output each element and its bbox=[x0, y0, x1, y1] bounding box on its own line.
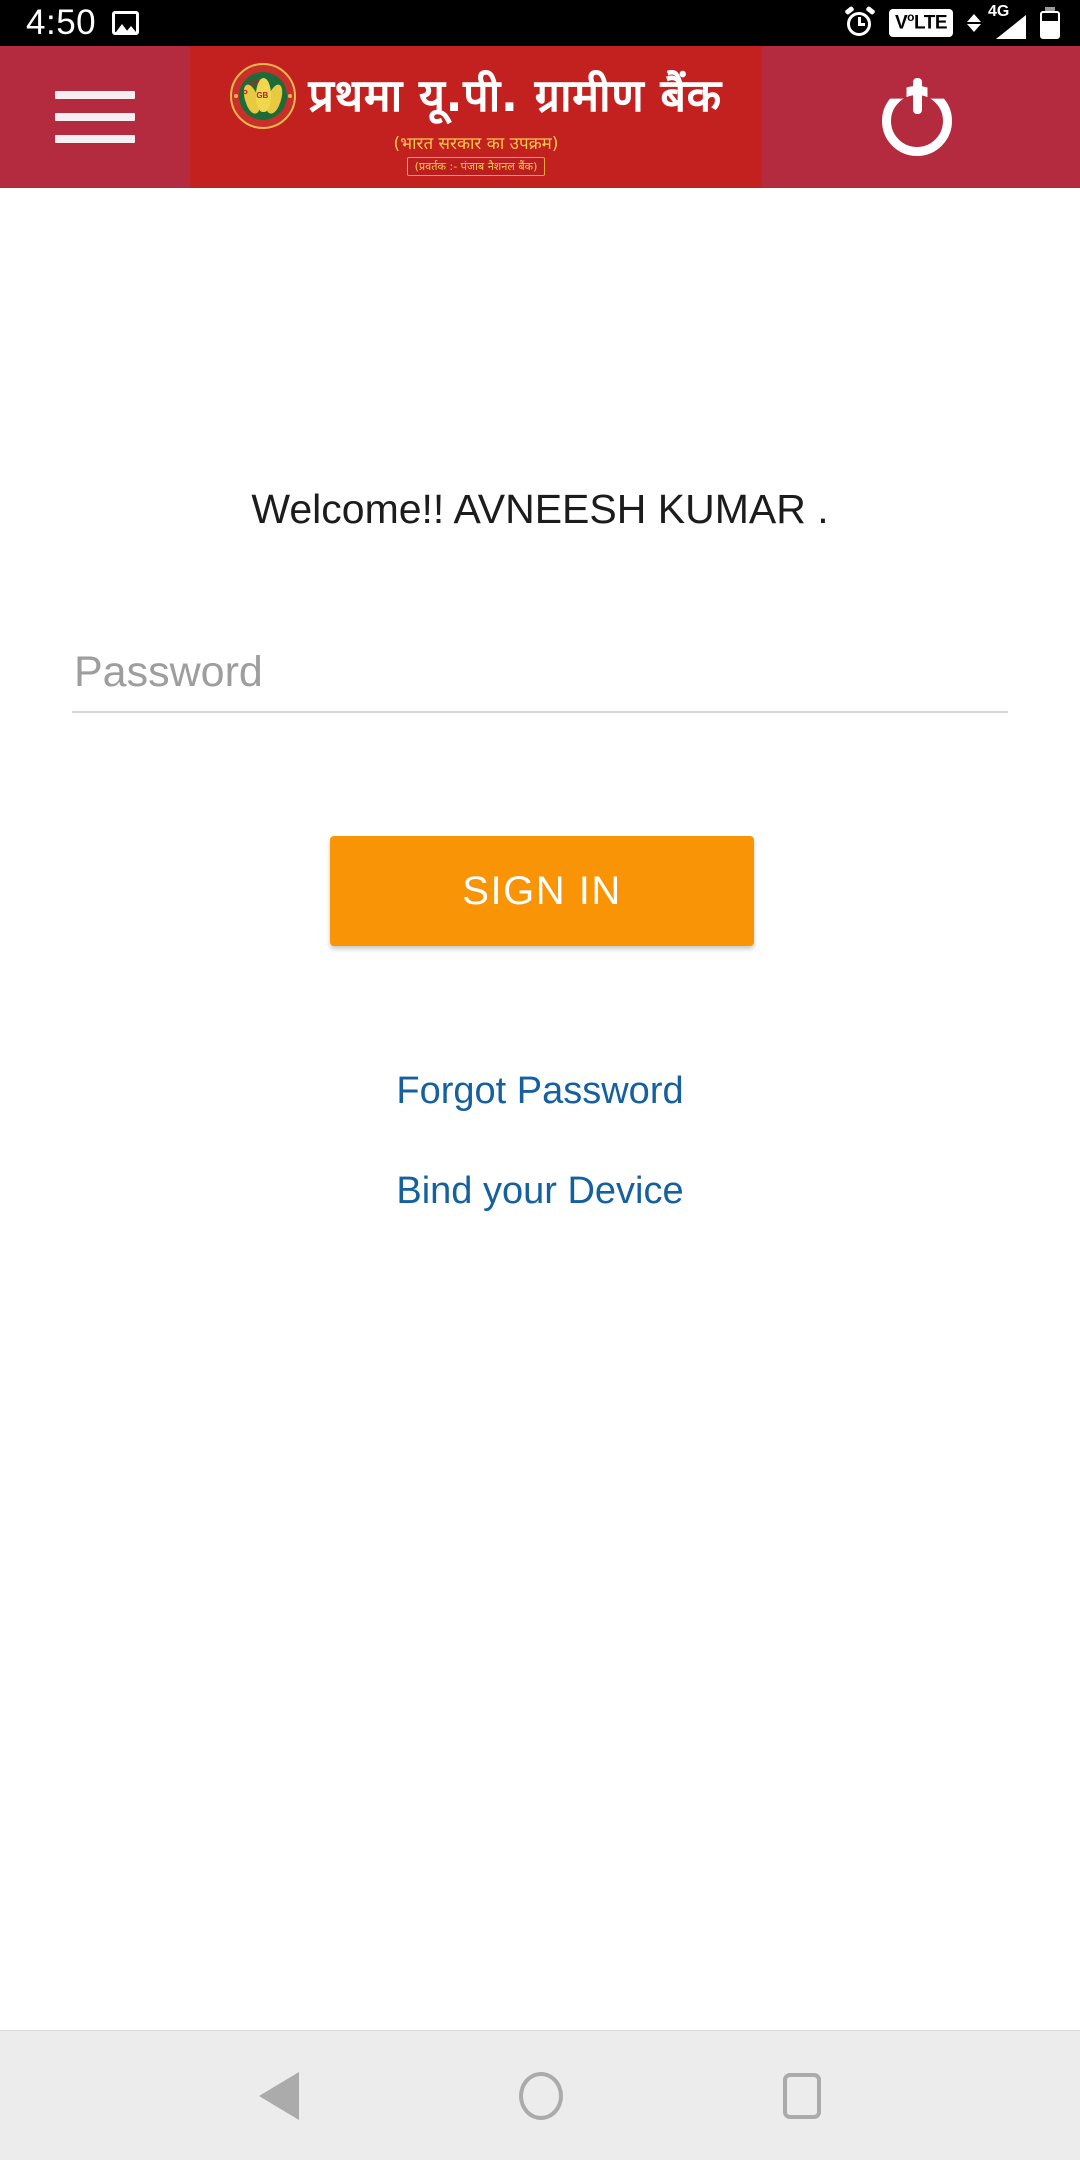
sign-in-button[interactable]: SIGN IN bbox=[330, 836, 754, 946]
status-bar-left: 4:50 bbox=[0, 3, 140, 43]
bank-sponsor-label: (प्रवर्तक :- पंजाब नैशनल बैंक) bbox=[406, 156, 546, 176]
recents-square-icon[interactable] bbox=[783, 2072, 821, 2119]
forgot-password-link[interactable]: Forgot Password bbox=[0, 1070, 1080, 1113]
photo-icon bbox=[112, 11, 140, 35]
status-bar-clock: 4:50 bbox=[26, 3, 97, 42]
volte-icon: VoLTE bbox=[888, 9, 953, 37]
status-bar: 4:50 VoLTE 4G bbox=[0, 0, 1080, 46]
hamburger-menu-icon[interactable] bbox=[0, 46, 190, 188]
android-navigation-bar bbox=[0, 2030, 1080, 2160]
bind-device-link[interactable]: Bind your Device bbox=[0, 1170, 1080, 1213]
bank-emblem-icon: UP P GB bbox=[230, 62, 297, 129]
menu-bar-3 bbox=[55, 135, 135, 143]
login-content: Welcome!! AVNEESH KUMAR . SIGN IN Forgot… bbox=[0, 188, 1080, 2030]
bank-name: प्रथमा यू.पी. ग्रामीण बैंक bbox=[308, 68, 722, 122]
home-circle-icon[interactable] bbox=[519, 2071, 563, 2120]
bank-logo-banner: UP P GB प्रथमा यू.पी. ग्रामीण बैंक (भारत… bbox=[190, 46, 762, 188]
menu-bar-2 bbox=[55, 113, 135, 121]
network-4g-icon: 4G bbox=[984, 3, 1026, 39]
welcome-message: Welcome!! AVNEESH KUMAR . bbox=[251, 486, 829, 532]
battery-icon bbox=[1040, 7, 1060, 39]
signal-icon: 4G bbox=[967, 3, 1026, 39]
emblem-gb-label: GB bbox=[256, 90, 269, 100]
logo-row: UP P GB प्रथमा यू.पी. ग्रामीण बैंक bbox=[230, 62, 722, 129]
emblem-p-label: P bbox=[242, 88, 248, 98]
back-triangle-icon[interactable] bbox=[259, 2071, 299, 2120]
password-field-wrapper bbox=[72, 648, 1008, 713]
alarm-icon bbox=[844, 5, 876, 38]
app-header: UP P GB प्रथमा यू.पी. ग्रामीण बैंक (भारत… bbox=[0, 46, 1080, 188]
bank-subtitle: (भारत सरकार का उपक्रम) bbox=[393, 133, 559, 154]
power-logout-icon[interactable] bbox=[762, 46, 1080, 188]
emblem-up-label: UP bbox=[248, 77, 260, 87]
menu-bar-1 bbox=[55, 91, 135, 99]
status-bar-right: VoLTE 4G bbox=[844, 3, 1080, 39]
power-glyph bbox=[882, 78, 960, 156]
password-input[interactable] bbox=[72, 648, 1008, 713]
